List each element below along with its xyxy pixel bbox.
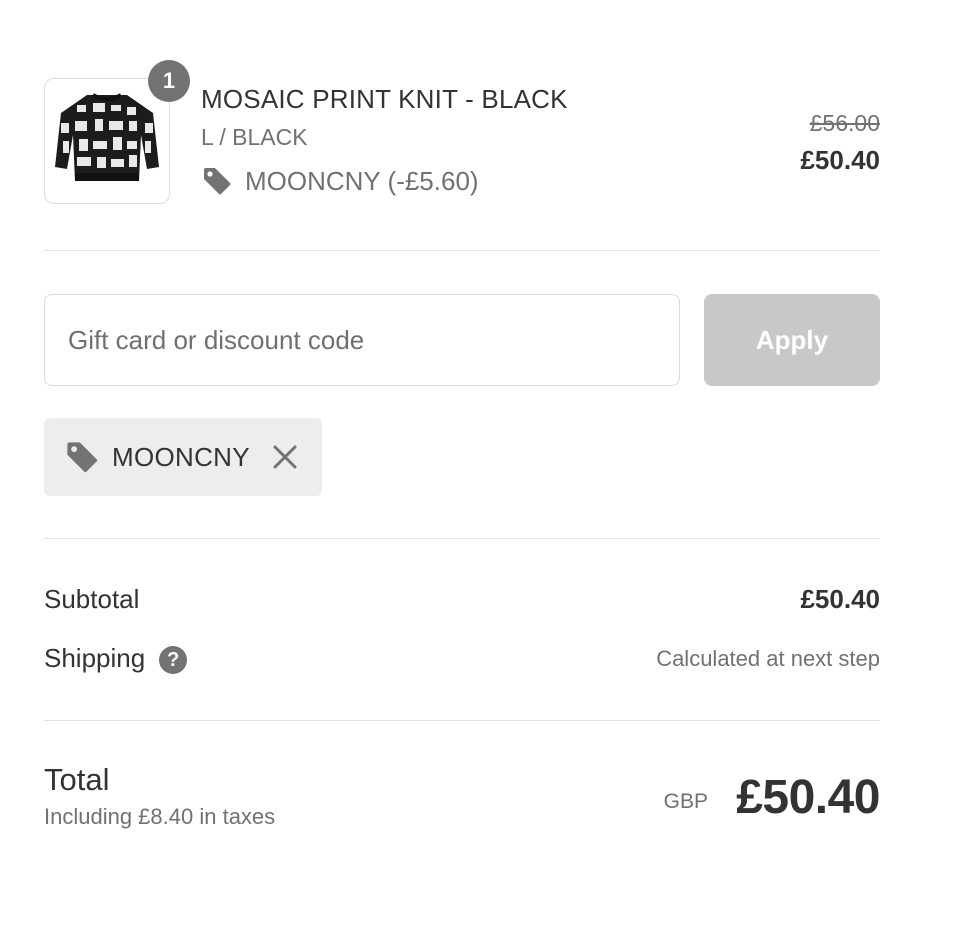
shipping-value: Calculated at next step xyxy=(656,646,880,671)
tax-note: Including £8.40 in taxes xyxy=(44,804,276,829)
remove-discount-button[interactable] xyxy=(272,444,298,470)
total-label: Total xyxy=(44,762,110,797)
shipping-row: Shipping ? xyxy=(44,642,188,674)
question-mark-icon[interactable]: ? xyxy=(159,646,188,674)
currency-code: GBP xyxy=(663,790,708,813)
discounted-price: £50.40 xyxy=(800,145,880,175)
shipping-label: Shipping xyxy=(44,642,146,673)
apply-button[interactable]: Apply xyxy=(704,294,880,386)
tag-icon xyxy=(204,168,231,195)
product-thumbnail xyxy=(44,78,170,204)
subtotal-value: £50.40 xyxy=(800,584,880,614)
discount-code-input[interactable] xyxy=(44,294,680,386)
subtotal-label: Subtotal xyxy=(44,584,140,614)
divider xyxy=(44,250,880,251)
total-value: £50.40 xyxy=(736,771,880,824)
tag-icon xyxy=(67,442,98,473)
divider xyxy=(44,720,880,721)
product-discount-label: MOONCNY (-£5.60) xyxy=(245,165,479,196)
sweater-image xyxy=(55,93,159,181)
quantity-badge: 1 xyxy=(148,60,190,102)
product-discount: MOONCNY (-£5.60) xyxy=(201,165,479,197)
divider xyxy=(44,538,880,539)
original-price: £56.00 xyxy=(809,110,880,136)
applied-code-label: MOONCNY xyxy=(112,441,250,472)
product-variant: L / BLACK xyxy=(201,124,308,150)
product-name: MOSAIC PRINT KNIT - BLACK xyxy=(201,84,568,114)
close-icon[interactable] xyxy=(272,444,298,470)
applied-discount-chip: MOONCNY xyxy=(44,418,322,496)
